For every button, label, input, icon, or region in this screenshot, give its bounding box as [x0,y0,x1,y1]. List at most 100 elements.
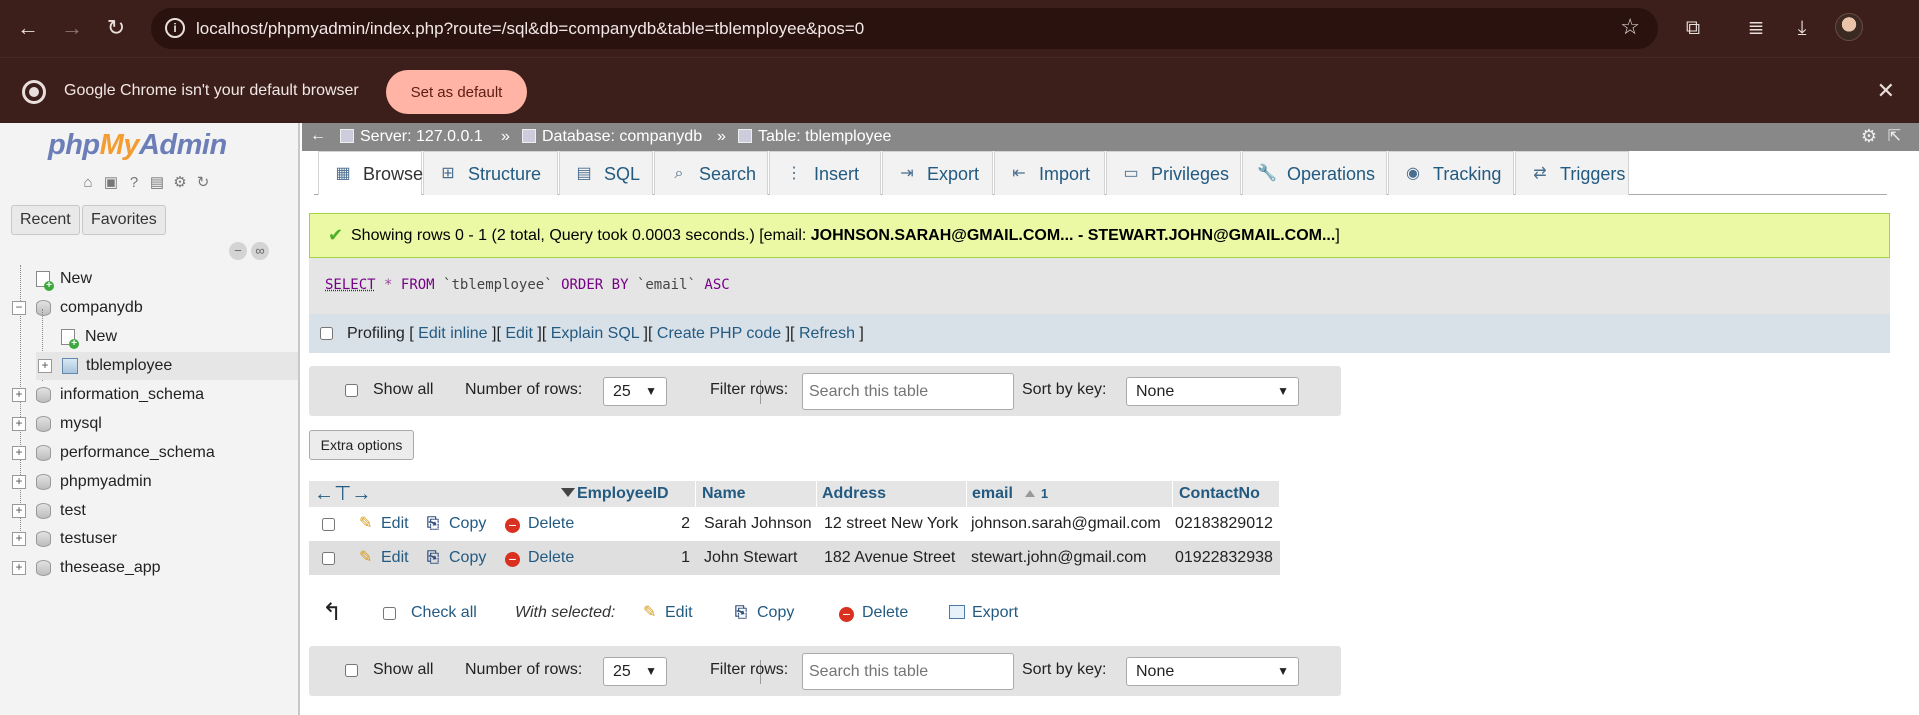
show-all-checkbox[interactable] [345,384,358,397]
home-icon[interactable]: ⌂ [78,173,98,193]
collapse-all-icon[interactable]: − [229,242,247,260]
tab-tracking[interactable]: ◉ Tracking [1388,151,1514,195]
reload-navigation-icon[interactable]: ↻ [193,173,213,193]
forward-arrow-icon[interactable]: → [56,12,88,44]
tab-export[interactable]: ⇥ Export [882,151,993,195]
row-delete-link[interactable]: − Delete [505,507,574,541]
collapse-icon[interactable]: − [12,301,26,315]
tab-search[interactable]: ⌕ Search [654,151,768,195]
column-header-name[interactable]: Name [697,481,817,507]
row-checkbox[interactable] [322,552,335,565]
check-all-label[interactable]: Check all [411,596,477,630]
address-bar[interactable]: i localhost/phpmyadmin/index.php?route=/… [151,8,1658,49]
row-copy-link[interactable]: ⎘ Copy [427,541,486,575]
back-arrow-icon[interactable]: ← [12,12,44,44]
filter-rows-input[interactable] [802,653,1014,690]
row-delete-link[interactable]: − Delete [505,541,574,575]
collapse-sidebar-icon[interactable]: ← [310,127,326,145]
media-control-icon[interactable]: ≣ [1740,12,1772,44]
profile-avatar[interactable] [1835,13,1863,41]
column-header-address[interactable]: Address [818,481,967,507]
column-header-contactno[interactable]: ContactNo [1174,481,1280,507]
breadcrumb-database[interactable]: Database: companydb [522,128,702,146]
tab-import[interactable]: ⇤ Import [994,151,1105,195]
tab-privileges[interactable]: ▭ Privileges [1106,151,1241,195]
table-icon [738,129,752,143]
expand-icon[interactable]: + [12,532,26,546]
column-header-email[interactable]: email 1 [968,481,1173,507]
show-all-checkbox[interactable] [345,664,358,677]
show-all-label[interactable]: Show all [373,381,433,399]
exit-icon[interactable]: ▣ [101,173,121,193]
column-header-employeeid[interactable]: EmployeeID [571,481,696,507]
breadcrumb-server[interactable]: Server: 127.0.0.1 [340,128,483,146]
reload-icon[interactable]: ↻ [100,12,132,44]
site-info-icon[interactable]: i [165,18,185,38]
sort-by-key-select[interactable]: None ▼ [1126,377,1299,406]
rows-select[interactable]: 25 ▼ [603,377,667,406]
with-selected-label: With selected: [515,604,616,621]
copy-icon: ⎘ [735,604,748,621]
favorite-tables-button[interactable]: Favorites [82,205,166,235]
tab-triggers[interactable]: ⇄ Triggers [1515,151,1629,195]
expand-icon[interactable]: + [12,561,26,575]
bulk-delete-button[interactable]: − Delete [839,596,908,630]
link-with-main-icon[interactable]: ∞ [251,242,269,260]
bookmark-star-icon[interactable]: ☆ [1620,14,1640,40]
table-tabs: ▦ Browse ⊞ Structure ▤ SQL ⌕ Search ⋮ Insert … [314,151,1887,195]
expand-icon[interactable]: + [12,417,26,431]
url-text[interactable]: localhost/phpmyadmin/index.php?route=/sq… [196,19,864,39]
settings-gear-icon[interactable]: ⚙ [1861,126,1877,147]
rows-select[interactable]: 25 ▼ [603,657,667,686]
close-icon[interactable]: ✕ [1877,78,1895,104]
refresh-link[interactable]: Refresh [799,325,855,342]
collapse-top-icon[interactable]: ⇱ [1888,126,1901,146]
tab-insert[interactable]: ⋮ Insert [769,151,881,195]
row-checkbox[interactable] [322,518,335,531]
edit-query-link[interactable]: Edit [505,325,533,342]
row-edit-link[interactable]: ✎ Edit [359,507,409,541]
show-all-label[interactable]: Show all [373,661,433,679]
download-icon[interactable]: ⤓ [1786,12,1818,44]
breadcrumb-table[interactable]: Table: tblemployee [738,128,891,146]
set-as-default-button[interactable]: Set as default [386,70,527,114]
table-header: ←⊤→ EmployeeID Name Address email 1 Conta… [309,481,1280,507]
tab-browse[interactable]: ▦ Browse [318,151,423,195]
sql-query-box[interactable]: SELECT * FROM `tblemployee` ORDER BY `em… [309,258,1890,314]
tab-operations[interactable]: 🔧 Operations [1242,151,1387,195]
phpmyadmin-logo[interactable]: phpMyAdmin [48,129,227,162]
tree-item-tblemployee[interactable]: + tblemployee [36,352,298,380]
chevron-down-icon: ▼ [1277,664,1289,678]
extensions-icon[interactable]: ⧉ [1677,12,1709,44]
create-php-code-link[interactable]: Create PHP code [657,325,781,342]
bulk-edit-button[interactable]: ✎ Edit [643,596,693,630]
expand-icon[interactable]: + [12,504,26,518]
extra-options-button[interactable]: Extra options [309,430,414,460]
row-copy-link[interactable]: ⎘ Copy [427,507,486,541]
settings-gear-icon[interactable]: ⚙ [170,173,190,193]
help-icon[interactable]: ? [124,173,144,193]
copy-icon: ⎘ [427,515,440,532]
row-edit-link[interactable]: ✎ Edit [359,541,409,575]
profiling-checkbox[interactable] [320,327,333,340]
filter-rows-input[interactable] [802,373,1014,410]
expand-icon[interactable]: + [12,388,26,402]
profiling-label: Profiling [347,325,405,342]
column-resize-arrows-icon[interactable]: ←⊤→ [314,481,371,507]
expand-icon[interactable]: + [38,359,52,373]
cell-employeeid: 1 [681,549,690,566]
sort-by-key-select[interactable]: None ▼ [1126,657,1299,686]
tab-sql[interactable]: ▤ SQL [559,151,653,195]
check-all-checkbox[interactable] [383,607,396,620]
explain-sql-link[interactable]: Explain SQL [551,325,639,342]
recent-tables-button[interactable]: Recent [11,205,80,235]
bulk-copy-button[interactable]: ⎘ Copy [735,596,794,630]
database-icon [36,387,51,403]
eye-icon: ◉ [1406,165,1420,182]
expand-icon[interactable]: + [12,475,26,489]
docs-icon[interactable]: ▤ [147,173,167,193]
tab-structure[interactable]: ⊞ Structure [423,151,558,195]
edit-inline-link[interactable]: Edit inline [418,325,487,342]
expand-icon[interactable]: + [12,446,26,460]
bulk-export-button[interactable]: Export [949,596,1018,630]
